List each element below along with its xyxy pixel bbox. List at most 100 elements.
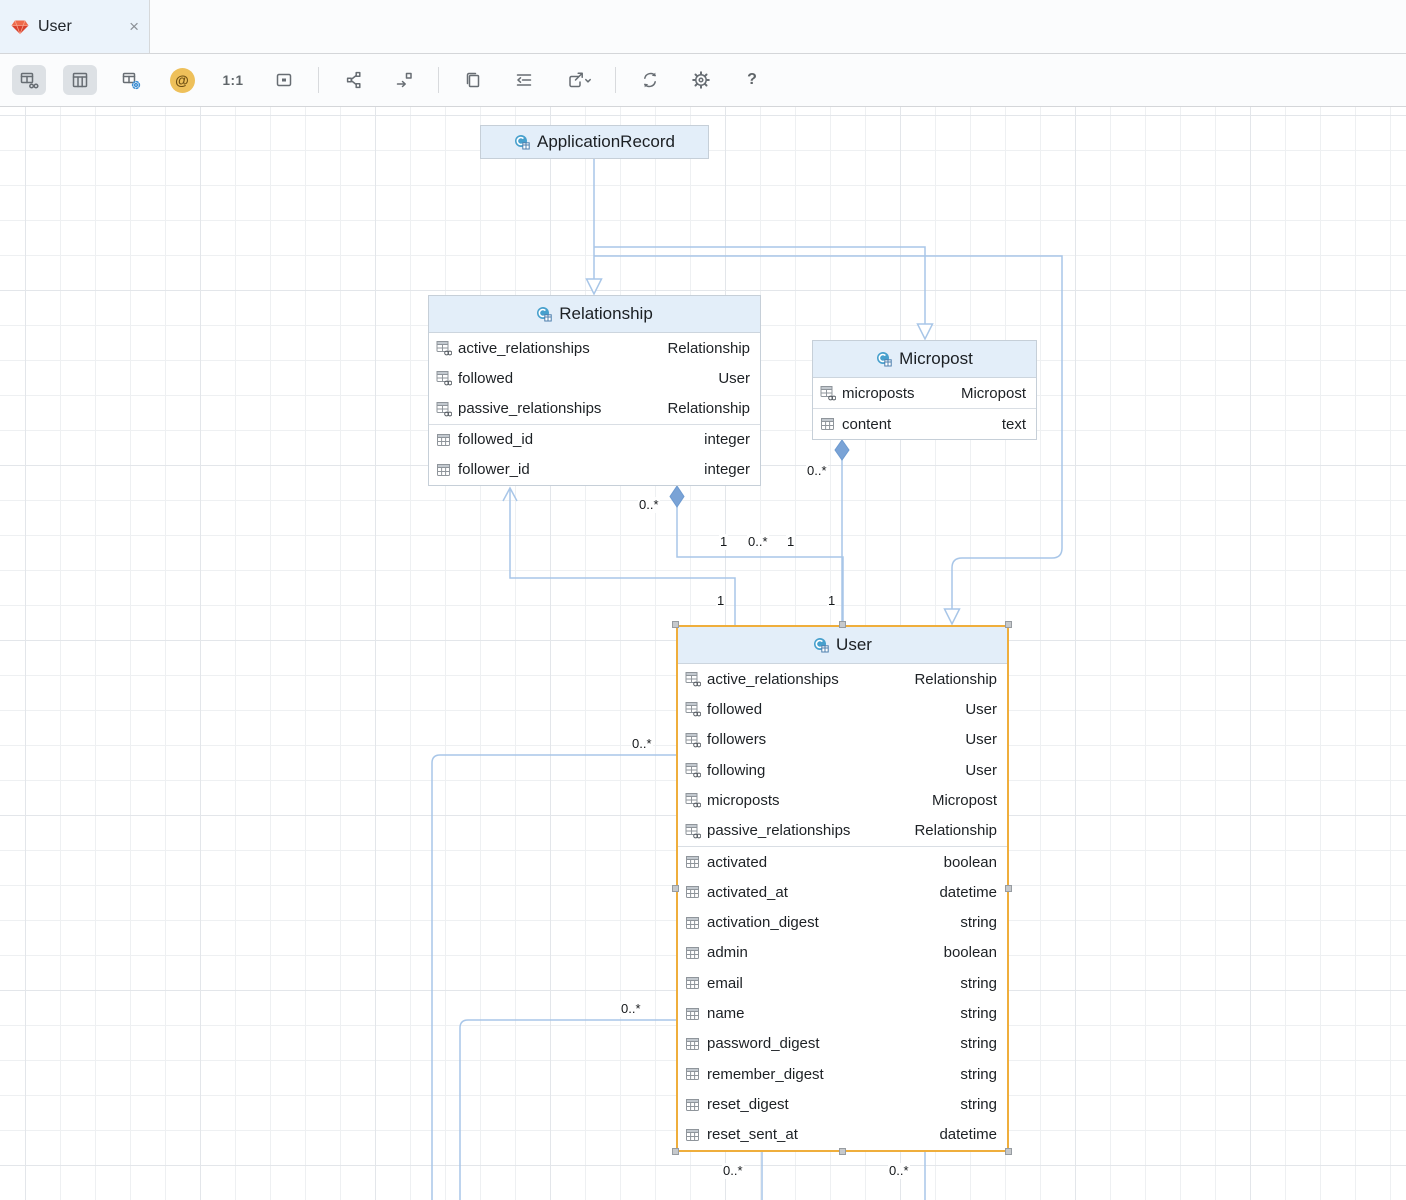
- selection-handle[interactable]: [839, 1148, 846, 1155]
- column-row[interactable]: email string: [678, 968, 1007, 998]
- refresh-button[interactable]: [633, 65, 667, 95]
- connector-user-micropost-aggregation[interactable]: [835, 440, 849, 625]
- multiplicity-label: 1: [716, 593, 725, 609]
- column-type: string: [960, 1005, 997, 1022]
- help-button[interactable]: ?: [735, 65, 769, 95]
- selection-handle[interactable]: [672, 621, 679, 628]
- jump-to-node-icon: [394, 70, 414, 90]
- column-row[interactable]: content text: [813, 408, 1036, 439]
- actual-size-button[interactable]: 1:1: [216, 65, 250, 95]
- column-name: activated_at: [707, 884, 788, 901]
- column-row[interactable]: admin boolean: [678, 938, 1007, 968]
- association-row[interactable]: microposts Micropost: [678, 785, 1007, 815]
- toolbar-separator: [438, 67, 439, 93]
- connector-inheritance-relationship[interactable]: [587, 159, 602, 294]
- column-row[interactable]: follower_id integer: [429, 455, 760, 485]
- apply-layout-icon: [514, 70, 534, 90]
- column-icon: [685, 975, 701, 991]
- association-row[interactable]: followers User: [678, 725, 1007, 755]
- entity-micropost[interactable]: Micropost microposts Micropost content t…: [812, 340, 1037, 440]
- column-row[interactable]: name string: [678, 998, 1007, 1028]
- settings-button[interactable]: [684, 65, 718, 95]
- column-row[interactable]: activation_digest string: [678, 908, 1007, 938]
- multiplicity-label: 1: [827, 593, 836, 609]
- column-type: integer: [704, 461, 750, 478]
- column-icon: [685, 915, 701, 931]
- show-columns-button[interactable]: [63, 65, 97, 95]
- jump-to-node-button[interactable]: [387, 65, 421, 95]
- column-row[interactable]: reset_sent_at datetime: [678, 1120, 1007, 1150]
- connector-user-relationship-aggregation[interactable]: [670, 486, 843, 625]
- selection-handle[interactable]: [1005, 885, 1012, 892]
- association-row[interactable]: following User: [678, 755, 1007, 785]
- help-icon: ?: [747, 71, 757, 89]
- multiplicity-label: 1: [786, 534, 795, 550]
- multiplicity-label: 0..*: [747, 534, 769, 550]
- refresh-icon: [640, 70, 660, 90]
- at-icon: @: [170, 68, 195, 93]
- association-name: microposts: [707, 792, 780, 809]
- copy-diagram-button[interactable]: [456, 65, 490, 95]
- association-row[interactable]: followed User: [429, 363, 760, 393]
- selection-handle[interactable]: [1005, 1148, 1012, 1155]
- entity-header[interactable]: Micropost: [813, 341, 1036, 378]
- association-row[interactable]: active_relationships Relationship: [429, 333, 760, 363]
- association-type: User: [965, 731, 997, 748]
- column-name: email: [707, 975, 743, 992]
- multiplicity-label: 0..*: [638, 497, 660, 513]
- association-row[interactable]: followed User: [678, 694, 1007, 724]
- selection-handle[interactable]: [1005, 621, 1012, 628]
- multiplicity-label: 1: [719, 534, 728, 550]
- apply-layout-button[interactable]: [507, 65, 541, 95]
- association-icon: [685, 732, 701, 748]
- entity-user[interactable]: User active_relationships Relationship f…: [676, 625, 1009, 1152]
- entity-relationship[interactable]: Relationship active_relationships Relati…: [428, 295, 761, 486]
- diagram-toolbar: @ 1:1: [0, 54, 1406, 107]
- mentions-button[interactable]: @: [165, 65, 199, 95]
- column-row[interactable]: activated_at datetime: [678, 877, 1007, 907]
- selection-handle[interactable]: [672, 885, 679, 892]
- association-type: Micropost: [961, 385, 1026, 402]
- column-type: text: [1002, 416, 1026, 433]
- column-name: content: [842, 416, 891, 433]
- association-icon: [436, 340, 452, 356]
- entity-header[interactable]: ApplicationRecord: [481, 126, 708, 158]
- association-name: passive_relationships: [707, 822, 850, 839]
- association-icon: [685, 671, 701, 687]
- column-type: string: [960, 1096, 997, 1113]
- tab-close-icon[interactable]: ×: [129, 18, 139, 35]
- column-row[interactable]: password_digest string: [678, 1029, 1007, 1059]
- fit-content-button[interactable]: [267, 65, 301, 95]
- entity-header[interactable]: User: [678, 627, 1007, 664]
- association-row[interactable]: passive_relationships Relationship: [429, 393, 760, 423]
- table-columns-icon: [70, 70, 90, 90]
- table-settings-icon: [121, 70, 141, 90]
- column-row[interactable]: reset_digest string: [678, 1089, 1007, 1119]
- association-row[interactable]: microposts Micropost: [813, 378, 1036, 408]
- selection-handle[interactable]: [839, 621, 846, 628]
- connector-user-self-following[interactable]: [460, 1020, 676, 1200]
- column-row[interactable]: remember_digest string: [678, 1059, 1007, 1089]
- entity-applicationrecord[interactable]: ApplicationRecord: [480, 125, 709, 159]
- column-row[interactable]: followed_id integer: [429, 424, 760, 455]
- export-diagram-button[interactable]: [558, 65, 598, 95]
- selection-handle[interactable]: [672, 1148, 679, 1155]
- column-row[interactable]: activated boolean: [678, 846, 1007, 877]
- association-row[interactable]: passive_relationships Relationship: [678, 816, 1007, 846]
- column-icon: [685, 945, 701, 961]
- column-type: string: [960, 1066, 997, 1083]
- show-relationships-button[interactable]: [12, 65, 46, 95]
- column-name: password_digest: [707, 1035, 820, 1052]
- editor-tab-bar: User ×: [0, 0, 1406, 54]
- tab-user[interactable]: User ×: [0, 0, 150, 53]
- connector-user-self-followers[interactable]: [432, 755, 676, 1200]
- model-class-icon: [876, 351, 892, 367]
- collapse-nodes-button[interactable]: [336, 65, 370, 95]
- copy-icon: [463, 70, 483, 90]
- table-settings-button[interactable]: [114, 65, 148, 95]
- column-icon: [685, 1006, 701, 1022]
- association-row[interactable]: active_relationships Relationship: [678, 664, 1007, 694]
- chevron-down-icon: [585, 80, 589, 82]
- rubymine-diagram-window: User ×: [0, 0, 1406, 1200]
- entity-header[interactable]: Relationship: [429, 296, 760, 333]
